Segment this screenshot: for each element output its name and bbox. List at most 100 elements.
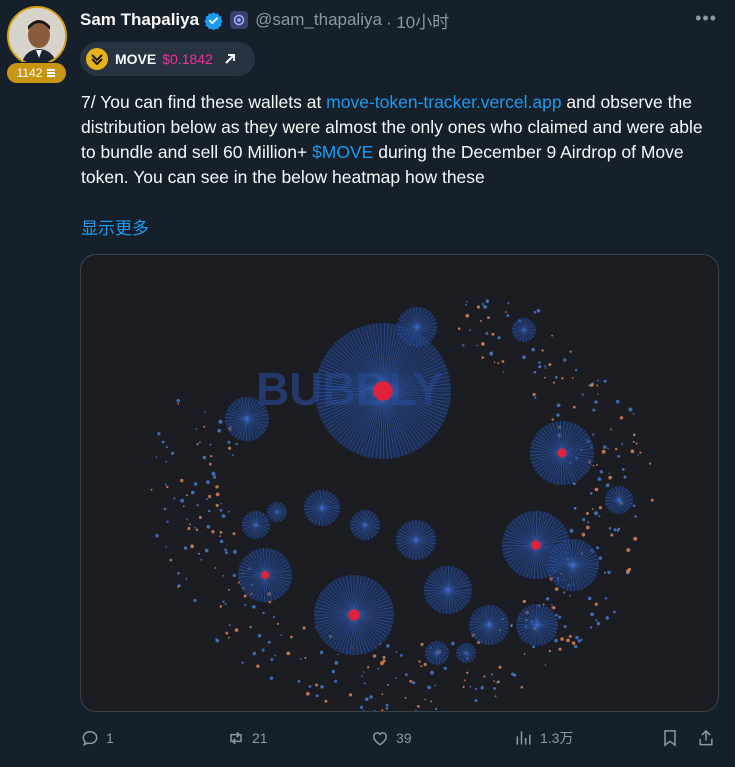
- wallet-dot: [480, 686, 484, 690]
- wallet-dot: [522, 599, 526, 604]
- wallet-dot: [380, 661, 384, 666]
- bookmark-button[interactable]: [660, 728, 680, 748]
- wallet-dot: [507, 302, 510, 305]
- affiliation-icon[interactable]: [230, 11, 249, 29]
- wallet-dot: [632, 412, 635, 415]
- wallet-dot: [586, 521, 590, 524]
- wallet-dot: [430, 700, 433, 703]
- wallet-dot: [490, 673, 494, 676]
- like-count: 39: [396, 730, 412, 746]
- wallet-dot: [177, 585, 180, 588]
- badge-icon: [47, 69, 56, 77]
- wallet-dot: [639, 451, 642, 454]
- wallet-dot: [177, 403, 180, 405]
- author-name[interactable]: Sam Thapaliya: [80, 10, 199, 30]
- wallet-dot: [522, 355, 526, 360]
- wallet-dot: [207, 509, 211, 513]
- timestamp[interactable]: · 10小时: [386, 8, 449, 33]
- wallet-dot: [476, 344, 479, 347]
- wallet-dot: [594, 400, 598, 404]
- reply-button[interactable]: 1: [80, 728, 114, 748]
- wallet-dot: [374, 710, 376, 711]
- wallet-dot: [169, 558, 173, 562]
- cashtag-link[interactable]: $MOVE: [312, 142, 373, 162]
- like-button[interactable]: 39: [370, 728, 412, 748]
- badge-count: 1142: [16, 66, 43, 80]
- wallet-dot: [603, 445, 607, 449]
- wallet-dot: [498, 665, 502, 669]
- wallet-dot: [381, 709, 384, 711]
- wallet-dot: [196, 504, 199, 507]
- tweet-image[interactable]: BUBBLY: [80, 254, 719, 712]
- hub-wallet: [373, 381, 393, 401]
- wallet-dot: [443, 666, 447, 670]
- author-handle[interactable]: @sam_thapaliya: [255, 10, 382, 30]
- ticker-price: $0.1842: [162, 51, 213, 67]
- wallet-dot: [231, 453, 234, 456]
- wallet-dot: [502, 370, 505, 373]
- wallet-dot: [272, 616, 276, 619]
- hub-wallet: [348, 609, 360, 621]
- wallet-dot: [596, 384, 599, 387]
- repost-count: 21: [252, 730, 268, 746]
- wallet-dot: [466, 671, 469, 674]
- wallet-dot: [218, 419, 223, 424]
- wallet-dot: [589, 492, 593, 495]
- wallet-dot: [533, 310, 537, 314]
- wallet-dot: [603, 379, 607, 383]
- wallet-dot: [544, 376, 546, 379]
- view-count: 1.3万: [540, 730, 574, 746]
- wallet-dot: [222, 600, 225, 603]
- wallet-dot: [616, 400, 620, 404]
- wallet-dot: [614, 447, 618, 451]
- wallet-dot: [574, 644, 578, 649]
- bookmark-icon: [664, 730, 676, 747]
- ticker-symbol: MOVE: [115, 51, 157, 67]
- show-more-link[interactable]: 显示更多: [81, 214, 149, 239]
- wallet-dot: [362, 710, 365, 711]
- more-options-icon[interactable]: •••: [695, 8, 717, 29]
- wallet-dot: [220, 502, 223, 505]
- wallet-dot: [481, 356, 485, 359]
- wallet-dot: [601, 449, 606, 454]
- ticker-pill[interactable]: MOVE $0.1842: [80, 42, 255, 76]
- wallet-dot: [166, 520, 169, 523]
- wallet-dot: [569, 594, 572, 597]
- wallet-dot: [219, 530, 223, 534]
- avatar[interactable]: [7, 6, 67, 66]
- wallet-dot: [531, 347, 535, 352]
- wallet-dot: [613, 528, 617, 532]
- wallet-dot: [462, 344, 465, 347]
- wallet-dot: [299, 658, 302, 660]
- wallet-dot: [623, 475, 627, 479]
- wallet-dot: [234, 628, 239, 632]
- share-icon: [699, 729, 713, 746]
- wallet-dot: [597, 379, 599, 382]
- wallet-dot: [650, 498, 654, 502]
- wallet-dot: [228, 588, 230, 591]
- wallet-dot: [209, 443, 212, 446]
- wallet-dot: [462, 685, 465, 689]
- wallet-dot: [215, 492, 220, 497]
- wallet-dot: [270, 658, 274, 662]
- wallet-dot: [469, 329, 471, 332]
- wallet-dot: [544, 367, 547, 369]
- wallet-dot: [157, 432, 161, 436]
- wallet-dot: [193, 598, 197, 602]
- views-button[interactable]: 1.3万: [514, 728, 573, 748]
- wallet-dot: [228, 636, 230, 639]
- repost-button[interactable]: 21: [226, 728, 268, 748]
- wallet-dot: [420, 642, 424, 646]
- wallet-dot: [348, 693, 353, 697]
- wallet-dot: [302, 626, 306, 630]
- wallet-dot: [561, 377, 564, 380]
- wallet-dot: [200, 558, 203, 561]
- wallet-dot: [203, 425, 206, 428]
- wallet-dot: [193, 482, 198, 486]
- tracker-link[interactable]: move-token-tracker.vercel.app: [326, 92, 561, 112]
- wallet-dot: [619, 416, 624, 420]
- wallet-dot: [165, 446, 168, 449]
- share-button[interactable]: [696, 728, 716, 748]
- wallet-dot: [361, 675, 363, 677]
- wallet-dot: [195, 528, 199, 532]
